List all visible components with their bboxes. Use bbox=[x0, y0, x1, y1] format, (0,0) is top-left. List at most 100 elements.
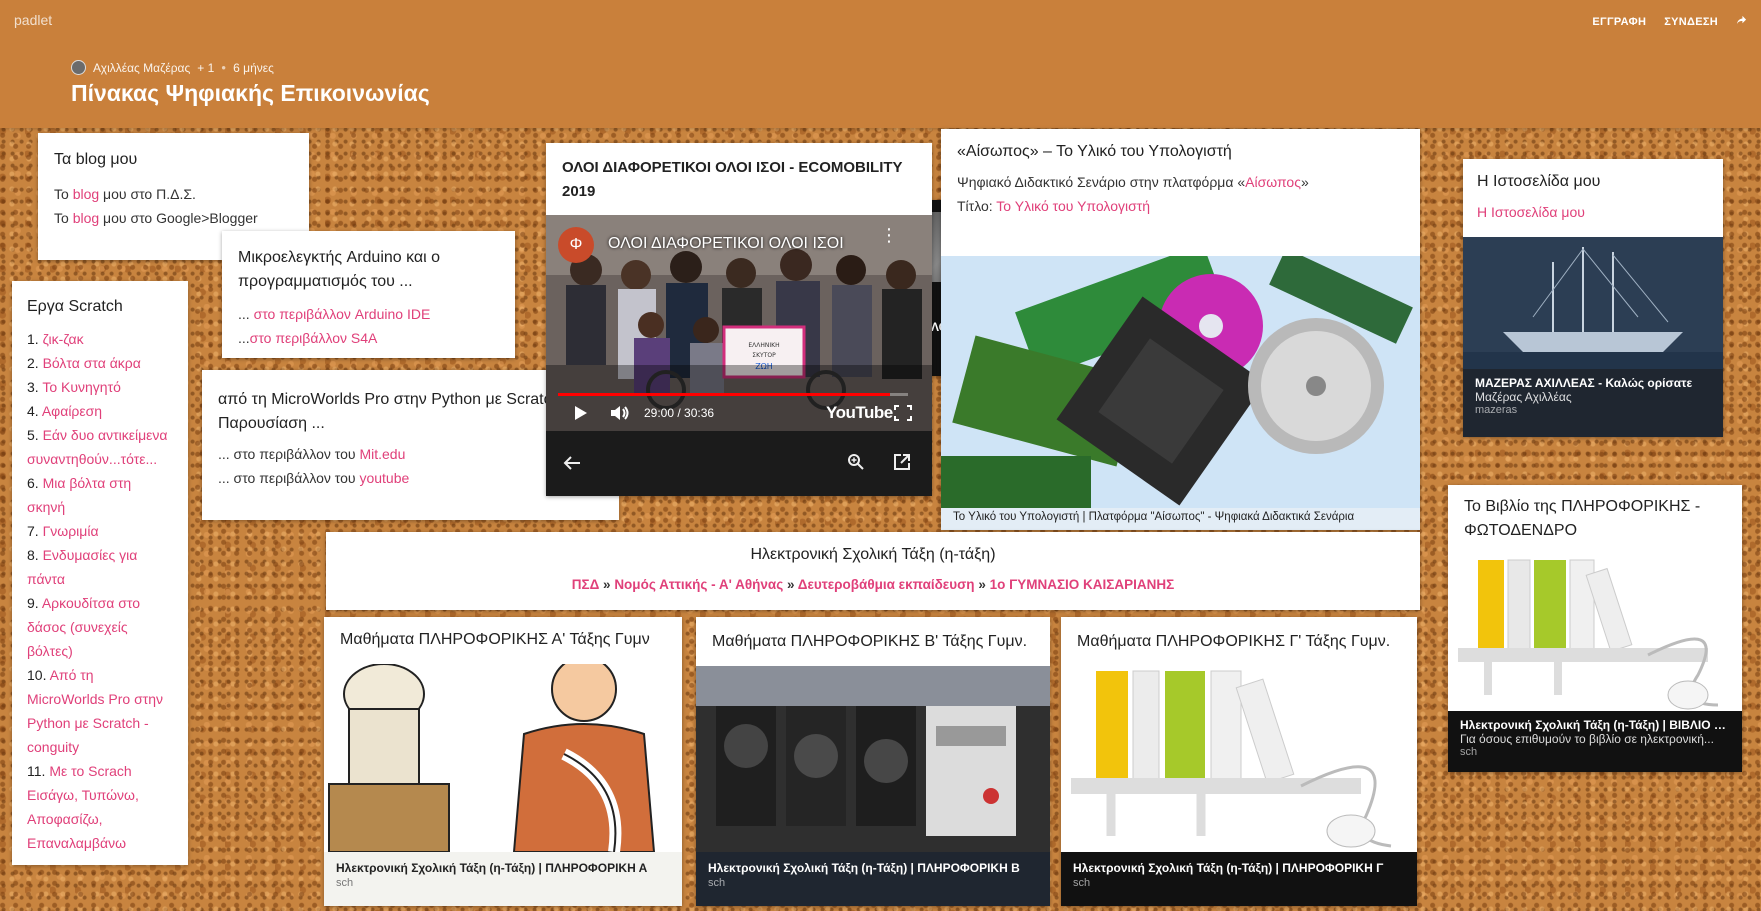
hardware-illustration bbox=[941, 256, 1420, 508]
separator-dot: ● bbox=[221, 63, 227, 72]
open-external-icon[interactable] bbox=[893, 453, 911, 476]
scratch-project-link[interactable]: Εάν δυο αντικείμενα συναντηθούν...τότε..… bbox=[27, 427, 168, 467]
youtube-link[interactable]: youtube bbox=[359, 470, 409, 486]
list-item-number: 8. bbox=[27, 547, 39, 563]
scratch-list: 1. ζικ-ζακ 2. Βόλτα στα άκρα 3. Το Κυνηγητ… bbox=[27, 327, 173, 855]
class-b-image[interactable] bbox=[696, 666, 1050, 852]
card-title: ΟΛΟΙ ΔΙΑΦΟΡΕΤΙΚΟΙ ΟΛΟΙ ΙΣΟΙ - ECOMOBILIT… bbox=[562, 159, 903, 200]
caption-subtitle: Για όσους επιθυμούν το βιβλίο σε ηλεκτρο… bbox=[1460, 732, 1714, 746]
caption-text: Το Υλικό του Υπολογιστή | Πλατφόρμα "Αίσ… bbox=[953, 511, 1355, 523]
caption-title: Ηλεκτρονική Σχολική Τάξη (η-Τάξη) | ΠΛΗΡ… bbox=[336, 861, 648, 875]
padlet-logo[interactable]: padlet bbox=[14, 12, 52, 28]
card-line: Το blog μου στο Π.Δ.Σ. bbox=[54, 186, 196, 202]
card-line: Τίτλο: Το Υλικό του Υπολογιστή bbox=[957, 198, 1151, 214]
caption-title: Ηλεκτρονική Σχολική Τάξη (η-Τάξη) | ΠΛΗΡ… bbox=[1073, 861, 1384, 875]
video-card-toolbar bbox=[546, 431, 932, 496]
mit-link[interactable]: Mit.edu bbox=[359, 446, 405, 462]
aisopos-card[interactable]: «Αίσωπος» – Το Υλικό του Υπολογιστή Ψηφι… bbox=[941, 129, 1420, 530]
crumb-secondary[interactable]: Δευτεροβάθμια εκπαίδευση bbox=[798, 577, 975, 592]
board-header: padlet ΕΓΓΡΑΦΗ ΣΥΝΔΕΣΗ Αχιλλέας Μαζέρας … bbox=[0, 0, 1761, 128]
avatar[interactable] bbox=[71, 60, 86, 75]
back-arrow-icon[interactable] bbox=[563, 455, 581, 476]
list-item: 10. Από τη MicroWorlds Pro στην Python μ… bbox=[27, 663, 173, 759]
video-card[interactable]: ΟΛΟΙ ΔΙΑΦΟΡΕΤΙΚΟΙ ΟΛΟΙ ΙΣΟΙ - ECOMOBILIT… bbox=[546, 143, 932, 496]
scratch-project-link[interactable]: ζικ-ζακ bbox=[43, 331, 84, 347]
zoom-icon[interactable] bbox=[847, 453, 865, 476]
crumb-psd[interactable]: ΠΣΔ bbox=[572, 577, 600, 592]
eclass-card[interactable]: Ηλεκτρονική Σχολική Τάξη (η-τάξη) ΠΣΔ » … bbox=[326, 532, 1420, 610]
signup-button[interactable]: ΕΓΓΡΑΦΗ bbox=[1592, 16, 1646, 28]
list-item: 9. Αρκουδίτσα στο δάσος (συνεχείς βόλτες… bbox=[27, 591, 173, 663]
scratch-project-link[interactable]: Το Κυνηγητό bbox=[42, 379, 121, 395]
ship-image[interactable] bbox=[1463, 237, 1723, 369]
scratch-card[interactable]: Εργα Scratch 1. ζικ-ζακ 2. Βόλτα στα άκρα… bbox=[12, 281, 188, 865]
hardware-link[interactable]: Το Υλικό του Υπολογιστή bbox=[996, 198, 1150, 214]
book-card[interactable]: Το Βιβλίο της ΠΛΗΡΟΦΟΡΙΚΗΣ - ΦΩΤΟΔΕΝΔΡΟ … bbox=[1448, 485, 1742, 772]
board-age: 6 μήνες bbox=[233, 60, 274, 75]
scratch-project-link[interactable]: Αφαίρεση bbox=[42, 403, 102, 419]
crumb-attica[interactable]: Νομός Αττικής - Α' Αθήνας bbox=[614, 577, 783, 592]
list-item: 11. Με το Scrach Εισάγω, Τυπώνω, Αποφασί… bbox=[27, 759, 173, 855]
player-title[interactable]: ΟΛΟΙ ΔΙΑΦΟΡΕΤΙΚΟΙ ΟΛΟΙ ΙΣΟΙ bbox=[608, 235, 844, 253]
s4a-link[interactable]: στο περιβάλλον S4A bbox=[250, 330, 378, 346]
list-item-number: 3. bbox=[27, 379, 39, 395]
blog-link-pds[interactable]: blog bbox=[73, 186, 99, 202]
scratch-project-link[interactable]: Αρκουδίτσα στο δάσος (συνεχείς βόλτες) bbox=[27, 595, 140, 659]
crumb-school[interactable]: 1ο ΓΥΜΝΑΣΙΟ ΚΑΙΣΑΡΙΑΝΗΣ bbox=[990, 577, 1175, 592]
website-link[interactable]: Η Ιστοσελίδα μου bbox=[1477, 204, 1585, 220]
class-c-image[interactable] bbox=[1061, 666, 1417, 852]
arduino-ide-link[interactable]: στο περιβάλλον Arduino IDE bbox=[254, 306, 431, 322]
svg-text:ΕΛΛΗΝΙΚΗ: ΕΛΛΗΝΙΚΗ bbox=[748, 342, 779, 349]
svg-text:ΣΚΥΤΟΡ: ΣΚΥΤΟΡ bbox=[752, 352, 776, 359]
youtube-player[interactable]: ΕΛΛΗΝΙΚΗ ΣΚΥΤΟΡ ΖΩΗ Φ ΟΛΟΙ ΔΙΑΦΟΡΕΤΙΚΟΙ … bbox=[546, 215, 932, 431]
caption-subtitle: Μαζέρας Αχιλλέας bbox=[1475, 390, 1572, 404]
caption-domain: sch bbox=[1460, 746, 1478, 758]
books-illustration bbox=[1458, 559, 1719, 710]
list-item-number: 7. bbox=[27, 523, 39, 539]
more-icon[interactable]: ⋮ bbox=[880, 226, 898, 244]
login-button[interactable]: ΣΥΝΔΕΣΗ bbox=[1664, 16, 1718, 28]
caption-title: Ηλεκτρονική Σχολική Τάξη (η-Τάξη) | ΠΛΗΡ… bbox=[708, 861, 1020, 875]
progress-track[interactable] bbox=[558, 393, 908, 396]
arduino-card[interactable]: Μικροελεγκτής Arduino και ο προγραμματισ… bbox=[222, 231, 515, 358]
class-b-card[interactable]: Μαθήματα ΠΛΗΡΟΦΟΡΙΚΗΣ Β' Τάξης Γυμν. Ηλε… bbox=[696, 617, 1050, 906]
scratch-project-link[interactable]: Γνωριμία bbox=[43, 523, 99, 539]
card-title: Μικροελεγκτής Arduino και ο προγραμματισ… bbox=[238, 249, 441, 290]
class-c-card[interactable]: Μαθήματα ΠΛΗΡΟΦΟΡΙΚΗΣ Γ' Τάξης Γυμν. Ηλε… bbox=[1061, 617, 1417, 906]
volume-icon[interactable] bbox=[610, 405, 630, 426]
book-caption: Ηλεκτρονική Σχολική Τάξη (η-Τάξη) | ΒΙΒΛ… bbox=[1448, 711, 1742, 772]
likes-count[interactable]: + 1 bbox=[197, 61, 214, 75]
eclass-breadcrumb: ΠΣΔ » Νομός Αττικής - Α' Αθήνας » Δευτερ… bbox=[571, 577, 1175, 592]
class-a-image[interactable] bbox=[324, 664, 682, 852]
website-card[interactable]: Η Ιστοσελίδα μου Η Ιστοσελίδα μου ΜΑΖΕΡΑ… bbox=[1463, 159, 1723, 437]
list-item: 1. ζικ-ζακ bbox=[27, 327, 173, 351]
scratch-project-link[interactable]: Ενδυμασίες για πάντα bbox=[27, 547, 137, 587]
author-name[interactable]: Αχιλλέας Μαζέρας bbox=[93, 61, 190, 75]
scratch-project-link[interactable]: Βόλτα στα άκρα bbox=[43, 355, 141, 371]
scratch-project-link[interactable]: Από τη MicroWorlds Pro στην Python με Sc… bbox=[27, 667, 163, 755]
list-item: 7. Γνωριμία bbox=[27, 519, 173, 543]
card-title: Εργα Scratch bbox=[27, 298, 123, 315]
list-item: 2. Βόλτα στα άκρα bbox=[27, 351, 173, 375]
list-item-number: 2. bbox=[27, 355, 39, 371]
scratch-project-link[interactable]: Μια βόλτα στη σκηνή bbox=[27, 475, 131, 515]
play-icon[interactable] bbox=[574, 405, 588, 426]
caption-title: Ηλεκτρονική Σχολική Τάξη (η-Τάξη) | ΒΙΒΛ… bbox=[1460, 718, 1730, 732]
class-a-caption: Ηλεκτρονική Σχολική Τάξη (η-Τάξη) | ΠΛΗΡ… bbox=[324, 852, 682, 906]
card-title: «Αίσωπος» – Το Υλικό του Υπολογιστή bbox=[957, 143, 1232, 160]
card-line: Το blog μου στο Google>Blogger bbox=[54, 210, 258, 226]
class-a-card[interactable]: Μαθήματα ΠΛΗΡΟΦΟΡΙΚΗΣ Α' Τάξης Γυμν Ηλεκ… bbox=[324, 617, 682, 906]
list-item: 8. Ενδυμασίες για πάντα bbox=[27, 543, 173, 591]
website-caption: ΜΑΖΕΡΑΣ ΑΧΙΛΛΕΑΣ - Καλώς ορίσατε Μαζέρας… bbox=[1463, 369, 1723, 437]
list-item-number: 4. bbox=[27, 403, 39, 419]
hardware-image[interactable] bbox=[941, 256, 1420, 508]
aisopos-link[interactable]: Αίσωπος bbox=[1245, 174, 1301, 190]
books-image[interactable] bbox=[1448, 555, 1742, 711]
share-icon[interactable] bbox=[1736, 15, 1747, 29]
blog-link-blogger[interactable]: blog bbox=[73, 210, 99, 226]
fullscreen-icon[interactable] bbox=[894, 405, 912, 426]
card-title: Τα blog μου bbox=[54, 151, 138, 168]
youtube-logo[interactable]: YouTube bbox=[826, 403, 893, 423]
card-line: Ψηφιακό Διδακτικό Σενάριο στην πλατφόρμα… bbox=[957, 174, 1309, 190]
channel-avatar[interactable]: Φ bbox=[558, 227, 594, 263]
